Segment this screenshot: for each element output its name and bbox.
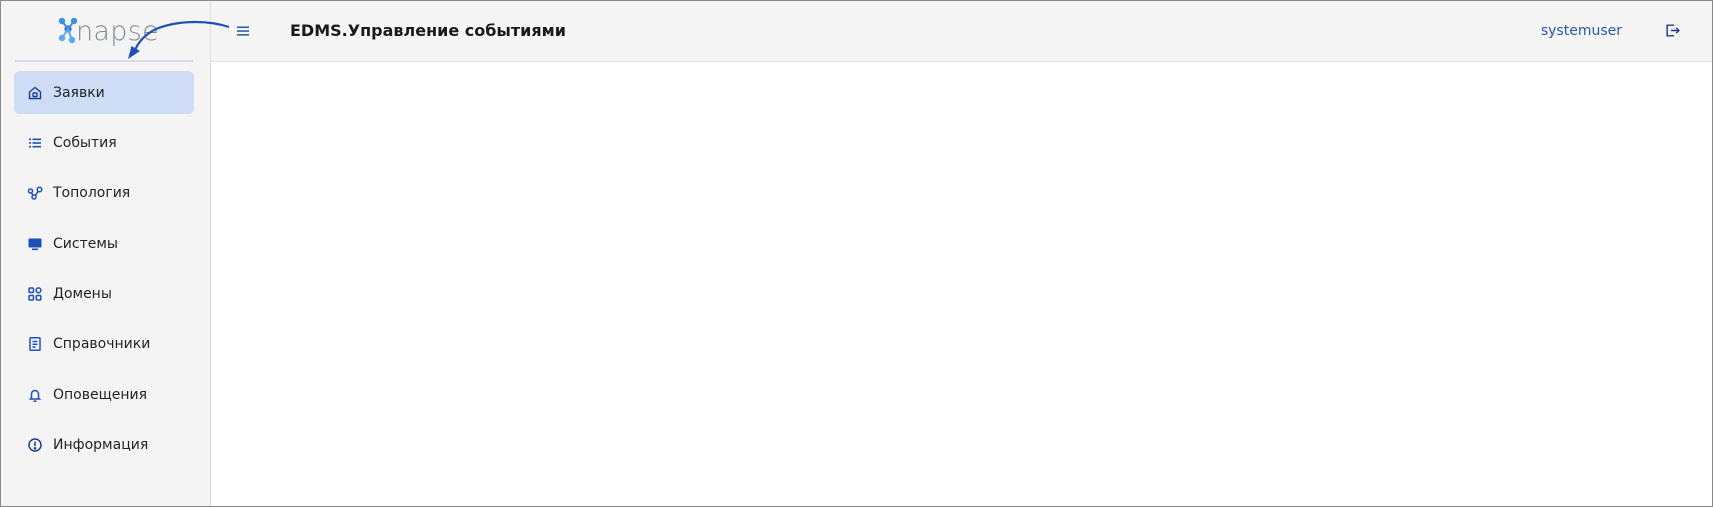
- sidebar-nav: Заявки События Топология Системы Домены …: [14, 71, 194, 474]
- sidebar-item-label: Системы: [53, 235, 118, 252]
- sidebar-item-label: Оповещения: [53, 386, 148, 403]
- sidebar-item-label: Заявки: [53, 84, 105, 101]
- sidebar-item-topology[interactable]: Топология: [14, 172, 194, 215]
- main-content: [211, 62, 1712, 506]
- hamburger-icon: [237, 26, 249, 36]
- home-icon: [27, 85, 43, 101]
- sidebar-item-label: Топология: [53, 185, 131, 202]
- sidebar-item-notifications[interactable]: Оповещения: [14, 373, 194, 416]
- grid-icon: [27, 286, 43, 302]
- list-icon: [27, 135, 43, 151]
- sidebar-item-label: Домены: [53, 286, 112, 303]
- sidebar-item-label: События: [53, 134, 117, 151]
- logo-mark-icon: [57, 16, 79, 46]
- sidebar-item-requests[interactable]: Заявки: [14, 71, 194, 114]
- sidebar-item-domains[interactable]: Домены: [14, 273, 194, 316]
- page-title: EDMS.Управление событиями: [290, 21, 566, 40]
- annotation-arrow-icon: [128, 20, 230, 59]
- user-name-link[interactable]: systemuser: [1541, 23, 1622, 39]
- sidebar-item-label: Информация: [53, 437, 149, 454]
- info-icon: [27, 437, 43, 453]
- sidebar: napse Заявки События Топология Системы Д…: [1, 1, 211, 506]
- sidebar-item-systems[interactable]: Системы: [14, 222, 194, 265]
- sidebar-item-dictionaries[interactable]: Справочники: [14, 323, 194, 366]
- sidebar-item-label: Справочники: [53, 336, 151, 353]
- logout-icon: [1666, 24, 1680, 37]
- logout-button[interactable]: [1664, 22, 1681, 39]
- menu-toggle-button[interactable]: [235, 23, 251, 39]
- sidebar-item-info[interactable]: Информация: [14, 424, 194, 467]
- top-header: EDMS.Управление событиями systemuser: [211, 1, 1712, 62]
- bell-icon: [27, 387, 43, 403]
- topology-icon: [27, 185, 43, 201]
- sidebar-item-events[interactable]: События: [14, 121, 194, 164]
- monitor-icon: [27, 236, 43, 252]
- app-window: napse Заявки События Топология Системы Д…: [0, 0, 1713, 507]
- document-icon: [27, 336, 43, 352]
